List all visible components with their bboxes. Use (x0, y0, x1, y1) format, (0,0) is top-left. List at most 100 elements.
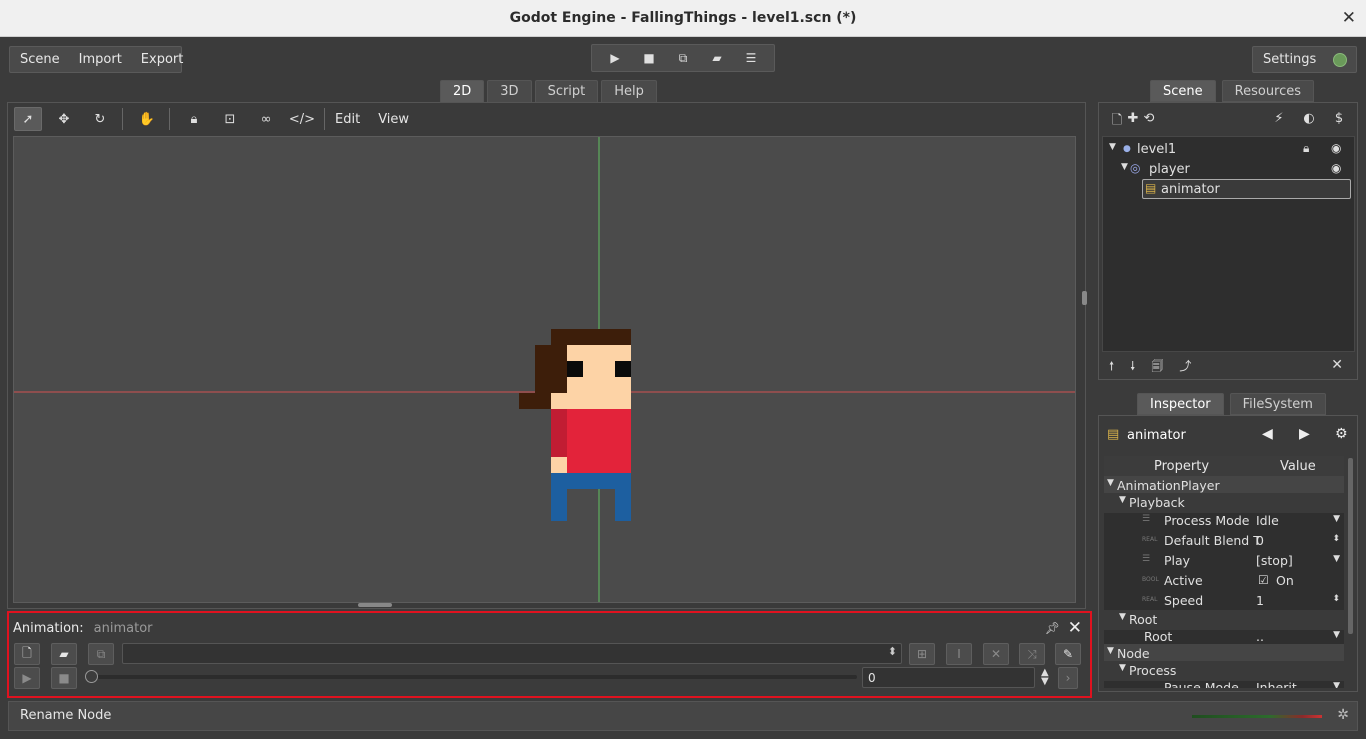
property-value[interactable]: Idle (1256, 513, 1279, 528)
seek-slider-handle[interactable] (85, 670, 98, 683)
anim-play-icon[interactable]: ▶ (14, 667, 40, 689)
play-scene-icon[interactable]: ⧉ (673, 48, 693, 68)
value-column-header: Value (1280, 459, 1316, 474)
move-up-icon[interactable]: 🠕 (1109, 357, 1114, 378)
history-back-icon[interactable]: ◀ (1262, 426, 1273, 442)
play-icon[interactable]: ▶ (605, 48, 625, 68)
delete-animation-icon[interactable]: ✕ (983, 643, 1009, 665)
property-row[interactable]: REAL Default Blend T 0 ⬍ (1104, 531, 1344, 551)
tab-help[interactable]: Help (601, 80, 657, 102)
property-row[interactable]: ☰ Play [stop] ▼ (1104, 551, 1344, 571)
visibility-eye-icon[interactable]: ◉ (1331, 141, 1341, 155)
add-child-icon[interactable]: ✚ (1125, 111, 1141, 133)
time-spinner-icon[interactable]: ▲ ▼ (1041, 668, 1049, 687)
autoplay-icon[interactable]: ⊞ (909, 643, 935, 665)
animation-time-field[interactable]: 0 (862, 667, 1035, 688)
stop-icon[interactable]: ■ (639, 48, 659, 68)
reparent-icon[interactable]: ⤴ (1179, 357, 1191, 378)
replace-node-icon[interactable]: ⟲ (1141, 111, 1157, 133)
visibility-eye-icon[interactable]: ◉ (1331, 161, 1341, 175)
open-scene-icon[interactable]: ▰ (707, 48, 727, 68)
load-animation-icon[interactable]: ▰ (51, 643, 77, 665)
ungroup-icon[interactable]: </> (288, 107, 316, 131)
tab-3d[interactable]: 3D (487, 80, 532, 102)
signals-icon[interactable]: ⚡︎ (1271, 111, 1287, 133)
viewport-2d[interactable] (13, 136, 1076, 603)
animation-label: Animation: (13, 621, 84, 636)
property-value[interactable]: Inherit (1256, 680, 1297, 688)
animation-seek-slider[interactable] (89, 675, 857, 679)
new-animation-icon[interactable]: 🗋︎ (14, 643, 40, 665)
move-down-icon[interactable]: 🠗 (1130, 357, 1135, 378)
property-value[interactable]: .. (1256, 629, 1264, 644)
menu-export[interactable]: Export (141, 52, 184, 67)
lock-icon[interactable]: 🔒︎ (1303, 141, 1309, 156)
next-icon[interactable]: › (1058, 667, 1078, 689)
edit-menu[interactable]: Edit (335, 112, 360, 127)
unlock-icon[interactable]: ⊡ (216, 107, 244, 131)
blend-icon[interactable]: ⤨ (1019, 643, 1045, 665)
settings-button[interactable]: Settings (1252, 46, 1357, 73)
tab-2d[interactable]: 2D (440, 80, 485, 102)
close-window-icon[interactable]: ✕ (1342, 8, 1356, 28)
tab-resources[interactable]: Resources (1221, 80, 1315, 102)
menu-icon[interactable]: ☰ (741, 48, 761, 68)
view-menu[interactable]: View (378, 112, 409, 127)
inspector-scrollbar[interactable] (1348, 458, 1353, 634)
property-row[interactable]: REAL Speed 1 ⬍ (1104, 591, 1344, 611)
property-subsection[interactable]: ▼ Playback (1104, 493, 1344, 513)
group-icon[interactable]: ∞ (252, 107, 280, 131)
pan-tool-icon[interactable]: ✋ (133, 107, 161, 131)
menu-scene[interactable]: Scene (20, 52, 60, 67)
new-node-icon[interactable]: 🗋︎ (1109, 111, 1125, 133)
move-tool-icon[interactable]: ✥ (50, 107, 78, 131)
tree-item-selected[interactable]: ▤ animator (1103, 179, 1354, 199)
duplicate-icon[interactable]: 🗐 (1151, 357, 1163, 378)
groups-icon[interactable]: ◐ (1301, 111, 1317, 133)
edit-animation-icon[interactable]: ✎ (1055, 643, 1081, 665)
property-value[interactable]: 1 (1256, 593, 1264, 608)
rename-animation-icon[interactable]: I (946, 643, 972, 665)
property-row[interactable]: Pause Mode Inherit ▼ (1104, 678, 1344, 688)
property-row[interactable]: BOOL Active ☑ On (1104, 571, 1344, 591)
rotate-tool-icon[interactable]: ↻ (86, 107, 114, 131)
save-animation-icon[interactable]: ⧉ (88, 643, 114, 665)
tab-script[interactable]: Script (534, 80, 599, 102)
spinner-icon[interactable]: ⬍ (1332, 594, 1340, 604)
property-value[interactable]: 0 (1256, 533, 1264, 548)
physics-body-icon: ◎ (1130, 161, 1141, 175)
tree-item[interactable]: ▼ ◎ player ◉ (1103, 159, 1354, 179)
pin-icon[interactable]: 📌︎ (1045, 621, 1060, 635)
tree-item-label: level1 (1137, 142, 1177, 157)
viewport-hscrollbar[interactable] (358, 603, 392, 607)
history-forward-icon[interactable]: ▶ (1299, 426, 1310, 442)
lock-icon[interactable]: 🔒︎ (180, 107, 208, 131)
select-tool-icon[interactable]: ➚ (14, 107, 42, 131)
script-icon[interactable]: $ (1331, 111, 1347, 133)
dropdown-arrow-icon[interactable]: ▼ (1333, 681, 1340, 688)
dropdown-arrow-icon[interactable]: ▼ (1333, 630, 1340, 640)
tab-filesystem[interactable]: FileSystem (1229, 393, 1326, 415)
close-panel-icon[interactable]: ✕ (1068, 618, 1082, 638)
enum-type-icon: ☰ (1142, 514, 1151, 524)
player-sprite[interactable] (519, 329, 631, 521)
anim-stop-icon[interactable]: ■ (51, 667, 77, 689)
tab-scene[interactable]: Scene (1150, 80, 1216, 102)
menu-import[interactable]: Import (79, 52, 122, 67)
tree-item[interactable]: ▼ ● level1 🔒︎ ◉ (1103, 139, 1354, 159)
tab-inspector[interactable]: Inspector (1137, 393, 1224, 415)
update-spinner-icon[interactable]: ✲ (1337, 707, 1349, 723)
object-menu-gear-icon[interactable]: ⚙ (1335, 426, 1348, 442)
viewport-vscrollbar[interactable] (1082, 291, 1087, 305)
dropdown-arrow-icon[interactable]: ▼ (1333, 514, 1340, 524)
collapse-arrow-icon[interactable]: ▼ (1121, 162, 1128, 172)
collapse-arrow-icon[interactable]: ▼ (1109, 142, 1116, 152)
spinner-icon[interactable]: ⬍ (1332, 534, 1340, 544)
property-value[interactable]: [stop] (1256, 553, 1293, 568)
animation-select[interactable]: ⬍ (122, 643, 902, 664)
scene-tree: ▼ ● level1 🔒︎ ◉ ▼ ◎ player ◉ ▤ animator (1102, 136, 1355, 352)
checkbox-checked-icon[interactable]: ☑ (1258, 573, 1269, 587)
dropdown-arrow-icon[interactable]: ▼ (1333, 554, 1340, 564)
property-row[interactable]: ☰ Process Mode Idle ▼ (1104, 511, 1344, 531)
delete-node-icon[interactable]: ✕ (1331, 357, 1343, 373)
